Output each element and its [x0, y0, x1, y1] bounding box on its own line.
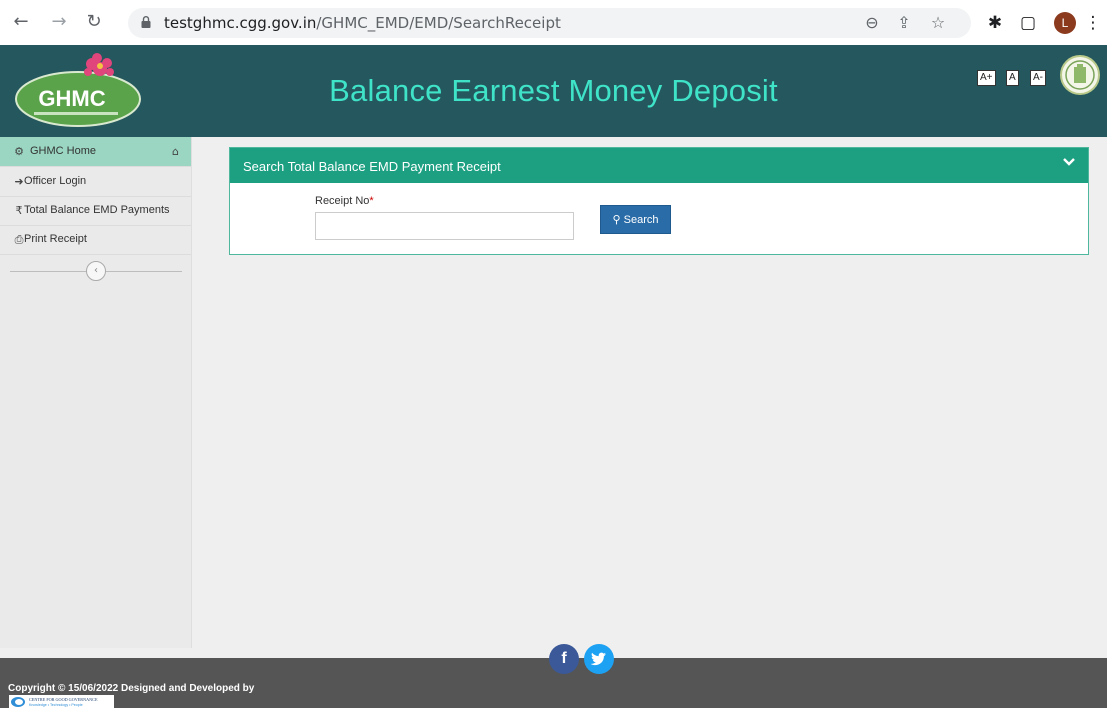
search-button[interactable]: ⚲ Search [600, 205, 671, 234]
forward-icon[interactable]: → [48, 11, 70, 33]
font-decrease-button[interactable]: A- [1030, 70, 1046, 86]
telangana-emblem-icon [1060, 55, 1100, 95]
cgg-tagline: Knowledge • Technology • People [29, 703, 83, 707]
sidebar-item-label: Total Balance EMD Payments [24, 204, 170, 216]
sidebar-item-ghmc-home[interactable]: ⚙ GHMC Home ⌂ [0, 137, 191, 167]
sidebar-item-label: GHMC Home [30, 145, 97, 157]
sidebar-item-label: Print Receipt [24, 233, 87, 245]
profile-avatar[interactable]: L [1054, 12, 1076, 34]
menu-icon[interactable]: ⋮ [1082, 12, 1104, 34]
copyright-text: Copyright © 15/06/2022 Designed and Deve… [8, 683, 255, 694]
sidebar-item-label: Officer Login [24, 175, 87, 187]
receipt-no-label: Receipt No* [315, 195, 374, 207]
share-icon[interactable]: ⇪ [894, 13, 914, 33]
twitter-icon[interactable] [584, 644, 614, 674]
font-reset-button[interactable]: A [1006, 70, 1019, 86]
cgg-name: CENTRE FOR GOOD GOVERNANCE [29, 697, 98, 702]
receipt-no-input[interactable] [315, 212, 574, 240]
search-receipt-panel: Search Total Balance EMD Payment Receipt… [229, 147, 1089, 255]
sidebar: ⚙ GHMC Home ⌂ ➜ Officer Login ₹ Total Ba… [0, 137, 192, 648]
page-title: Balance Earnest Money Deposit [329, 73, 778, 108]
side-panel-icon[interactable]: ▢ [1017, 12, 1039, 34]
address-bar[interactable]: testghmc.cgg.gov.in/GHMC_EMD/EMD/SearchR… [128, 8, 971, 38]
chevron-down-icon[interactable] [1062, 155, 1076, 169]
panel-title: Search Total Balance EMD Payment Receipt [243, 159, 501, 174]
dashboard-icon: ⚙ [14, 145, 24, 158]
search-button-label: Search [623, 214, 659, 226]
font-increase-button[interactable]: A+ [977, 70, 996, 86]
reload-icon[interactable]: ↻ [83, 11, 105, 33]
sidebar-item-print-receipt[interactable]: ⎙ Print Receipt [0, 225, 191, 255]
facebook-icon[interactable]: f [549, 644, 579, 674]
sidebar-item-officer-login[interactable]: ➜ Officer Login [0, 167, 191, 197]
browser-toolbar: ← → ↻ testghmc.cgg.gov.in/GHMC_EMD/EMD/S… [0, 0, 1107, 45]
lock-icon [141, 16, 151, 28]
cgg-logo[interactable]: CENTRE FOR GOOD GOVERNANCE Knowledge • T… [9, 695, 114, 708]
url-text: testghmc.cgg.gov.in/GHMC_EMD/EMD/SearchR… [164, 14, 561, 32]
panel-header[interactable]: Search Total Balance EMD Payment Receipt [230, 148, 1088, 183]
sidebar-item-total-balance-emd-payments[interactable]: ₹ Total Balance EMD Payments [0, 196, 191, 226]
zoom-icon[interactable]: ⊖ [862, 13, 882, 33]
home-icon: ⌂ [172, 145, 179, 158]
search-icon: ⚲ [612, 213, 621, 226]
back-icon[interactable]: ← [10, 11, 32, 33]
twitter-bird-glyph [590, 652, 606, 666]
sidebar-collapse-icon[interactable]: ‹ [86, 261, 106, 281]
extensions-icon[interactable]: ✱ [984, 12, 1006, 34]
bookmark-star-icon[interactable]: ☆ [928, 13, 948, 33]
